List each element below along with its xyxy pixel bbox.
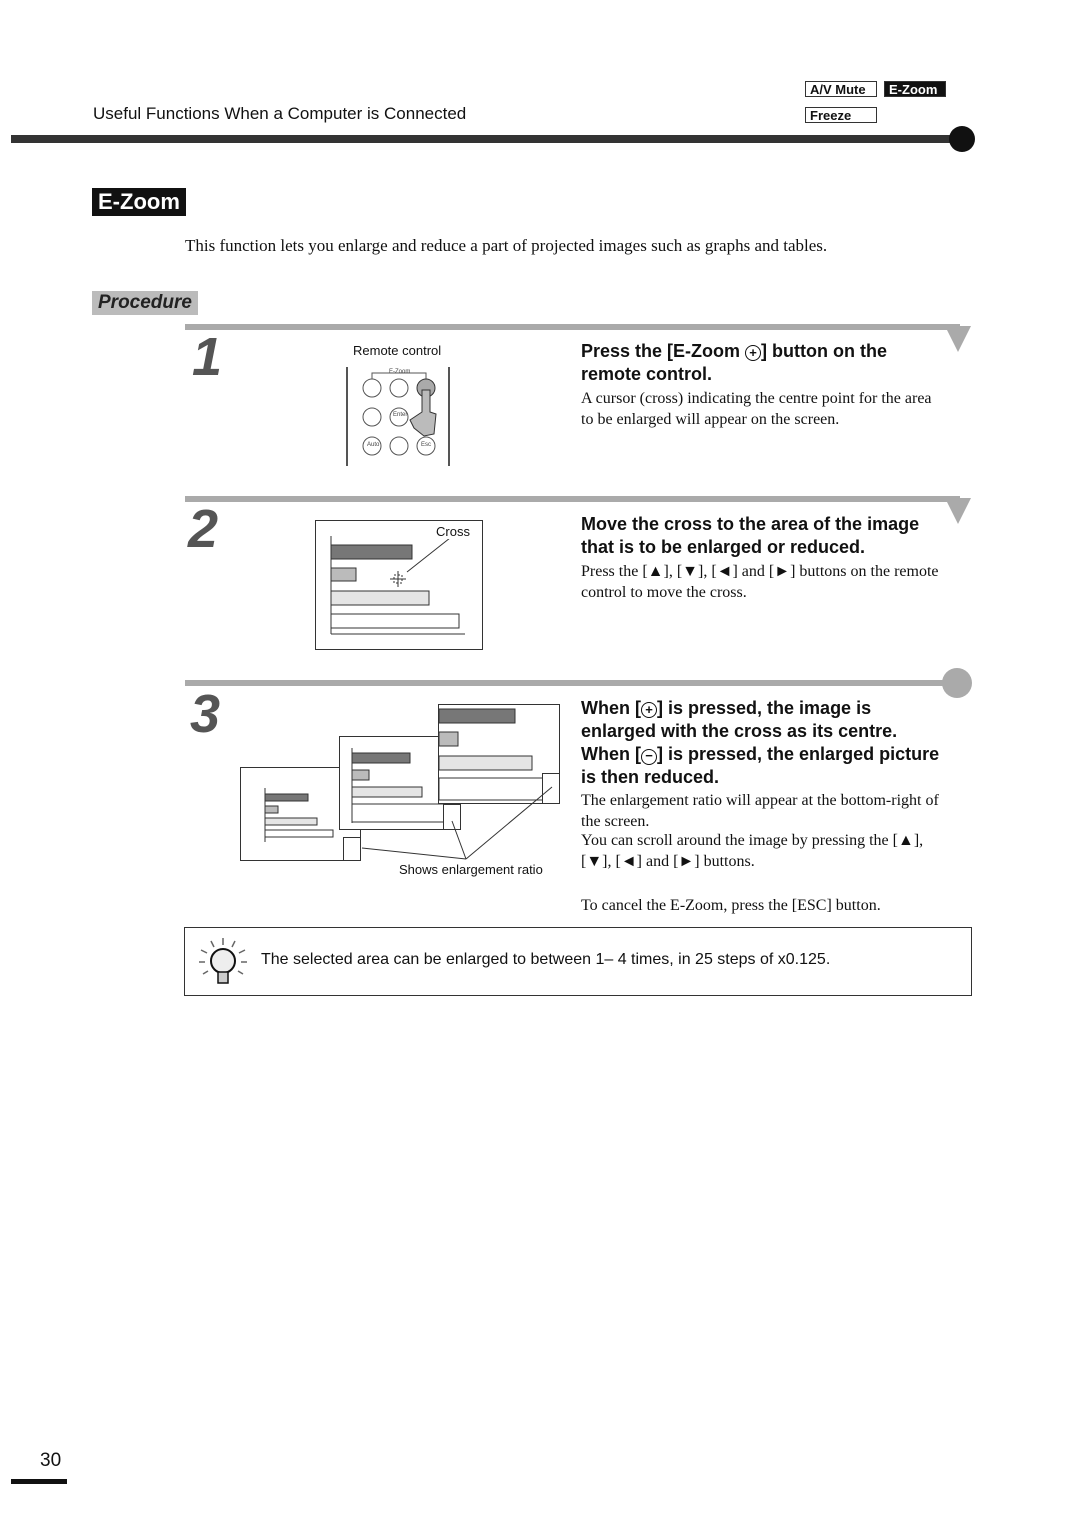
step-3-number: 3	[190, 684, 221, 744]
page-title: E-Zoom	[92, 188, 186, 216]
tag-av-mute: A/V Mute	[805, 81, 877, 97]
step-3-heading: When [+] is pressed, the image is enlarg…	[581, 697, 951, 789]
step-1-body: A cursor (cross) indicating the centre p…	[581, 390, 932, 428]
step-3-bar	[185, 680, 947, 686]
remote-control-label: Remote control	[353, 343, 442, 358]
remote-esc-button: Esc	[421, 442, 432, 448]
step-2-bar	[185, 496, 960, 502]
enlargement-ratio-label: Shows enlargement ratio	[399, 862, 543, 877]
procedure-label: Procedure	[92, 291, 198, 315]
zoom-out-icon: −	[641, 749, 657, 765]
footer-rule	[11, 1479, 67, 1484]
remote-auto-button: Auto	[367, 442, 380, 448]
step-3-heading-part: When [	[581, 744, 641, 764]
step-2-body: Press the [▲], [▼], [◄] and [►] buttons …	[581, 563, 939, 601]
enlargement-illustration	[240, 704, 560, 861]
section-header: Useful Functions When a Computer is Conn…	[93, 104, 467, 123]
step-3-body-2: You can scroll around the image by press…	[581, 832, 924, 870]
cross-label: Cross	[436, 524, 470, 539]
manual-page: Useful Functions When a Computer is Conn…	[0, 0, 1080, 1528]
step-1-heading-part: Press the [E-Zoom	[581, 341, 746, 361]
step-1-bar	[185, 324, 960, 330]
lightbulb-icon	[199, 938, 247, 984]
step-3-heading-part: When [	[581, 698, 641, 718]
step-1-heading: Press the [E-Zoom +] button on the remot…	[581, 340, 951, 386]
tag-e-zoom: E-Zoom	[884, 81, 946, 97]
cross-screen-illustration	[315, 520, 483, 650]
intro-text: This function lets you enlarge and reduc…	[185, 236, 828, 255]
page-number: 30	[40, 1450, 62, 1471]
step-1-number: 1	[192, 327, 223, 387]
step-3-body-3: To cancel the E-Zoom, press the [ESC] bu…	[581, 897, 881, 914]
tip-box: The selected area can be enlarged to bet…	[184, 927, 972, 996]
remote-ezoom-label: E-Zoom	[389, 369, 411, 375]
step-3-marker	[942, 668, 972, 698]
step-3-body-1: The enlargement ratio will appear at the…	[581, 792, 939, 830]
step-2-number: 2	[188, 499, 219, 559]
zoom-in-icon: +	[745, 345, 762, 361]
tip-text: The selected area can be enlarged to bet…	[261, 951, 831, 968]
remote-enter-button: Enter	[393, 412, 408, 418]
header-rule	[11, 135, 961, 143]
step-2-heading: Move the cross to the area of the image …	[581, 514, 920, 557]
header-dot	[949, 126, 975, 152]
zoom-in-icon: +	[641, 702, 657, 718]
tag-freeze: Freeze	[805, 107, 877, 123]
